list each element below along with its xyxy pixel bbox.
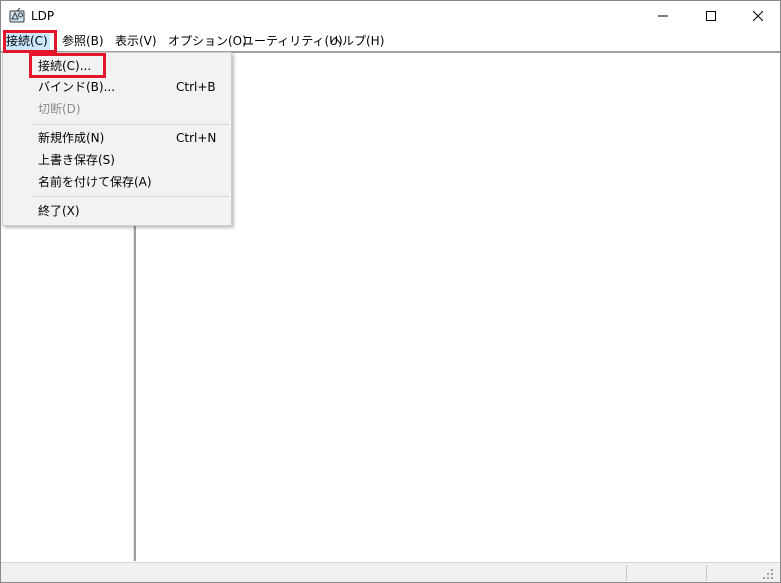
menu-item-label: 新規作成(N)	[38, 131, 105, 145]
resize-grip-icon[interactable]	[761, 567, 775, 581]
menu-item-label: 上書き保存(S)	[38, 153, 115, 167]
menu-item-save[interactable]: 上書き保存(S)	[3, 149, 231, 171]
menu-view[interactable]: 表示(V)	[113, 31, 159, 51]
minimize-button[interactable]	[640, 1, 686, 31]
menu-separator	[33, 196, 229, 197]
status-separator	[626, 565, 627, 581]
menu-connection[interactable]: 接続(C)	[4, 31, 50, 51]
menu-item-new[interactable]: 新規作成(N) Ctrl+N	[3, 127, 231, 149]
menu-item-bind[interactable]: バインド(B)... Ctrl+B	[3, 76, 231, 98]
close-icon	[753, 11, 763, 21]
minimize-icon	[658, 15, 668, 17]
close-button[interactable]	[735, 1, 780, 31]
menu-browse[interactable]: 参照(B)	[60, 31, 106, 51]
status-bar	[1, 562, 780, 582]
menu-item-label: バインド(B)...	[38, 80, 116, 94]
menu-item-connect[interactable]: 接続(C)...	[3, 55, 231, 77]
menu-item-save-as[interactable]: 名前を付けて保存(A)	[3, 171, 231, 193]
menu-item-label: 終了(X)	[38, 204, 80, 218]
connection-menu-dropdown: 接続(C)... バインド(B)... Ctrl+B 切断(D) 新規作成(N)…	[2, 52, 232, 226]
ldp-window: LDP 接続(C) 参照(B) 表示(V) オプション(O) ユーティリティ(U…	[0, 0, 781, 583]
output-pane[interactable]	[136, 53, 779, 561]
menu-item-label: 名前を付けて保存(A)	[38, 175, 152, 189]
ldp-app-icon	[9, 7, 25, 24]
menu-item-shortcut: Ctrl+B	[176, 80, 216, 94]
menu-help[interactable]: ヘルプ(H)	[328, 31, 386, 51]
menu-item-shortcut: Ctrl+N	[176, 131, 217, 145]
menu-separator	[33, 124, 229, 125]
maximize-icon	[706, 11, 716, 21]
menu-item-label: 接続(C)...	[38, 59, 92, 73]
menu-item-label: 切断(D)	[38, 102, 81, 116]
maximize-button[interactable]	[688, 1, 734, 31]
menu-bar: 接続(C) 参照(B) 表示(V) オプション(O) ユーティリティ(U) ヘル…	[1, 31, 780, 51]
menu-options[interactable]: オプション(O)	[166, 31, 249, 51]
menu-item-exit[interactable]: 終了(X)	[3, 200, 231, 222]
window-title: LDP	[31, 9, 55, 23]
menu-item-disconnect: 切断(D)	[3, 98, 231, 120]
status-separator	[706, 565, 707, 581]
title-bar[interactable]: LDP	[1, 1, 780, 31]
